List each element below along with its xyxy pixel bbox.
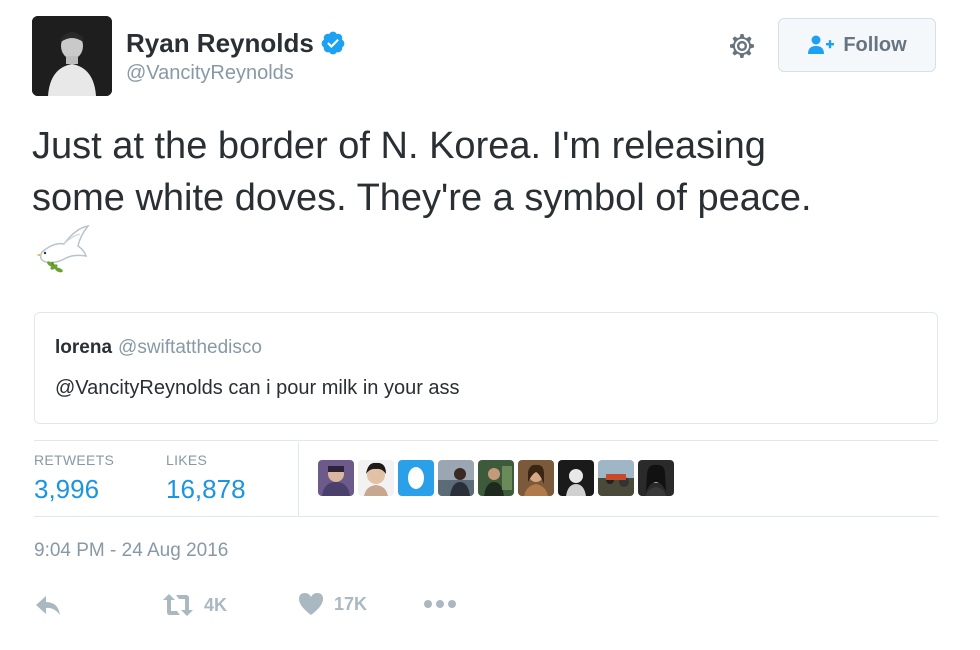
tweet-text-line: some white doves. They're a symbol of pe… (32, 177, 812, 219)
liker-avatar[interactable] (638, 460, 674, 496)
quoted-author-name: lorena (55, 337, 113, 358)
tweet-text-line: Just at the border of N. Korea. I'm rele… (32, 125, 766, 167)
verified-badge-icon (321, 31, 345, 55)
follow-label: Follow (843, 33, 907, 56)
more-dots-icon (424, 600, 456, 608)
tweet-timestamp[interactable]: 9:04 PM - 24 Aug 2016 (34, 540, 228, 562)
avatar-image (32, 16, 112, 96)
liker-avatar[interactable] (478, 460, 514, 496)
more-options-button[interactable] (422, 596, 458, 612)
stats-top-divider (34, 440, 938, 441)
liker-avatar[interactable] (318, 460, 354, 496)
author-name[interactable]: Ryan Reynolds (126, 28, 314, 58)
stats-divider (298, 442, 299, 516)
liker-avatar[interactable] (558, 460, 594, 496)
retweet-count: 4K (204, 594, 228, 615)
retweets-count: 3,996 (34, 474, 100, 504)
likes-stat[interactable]: LIKES 16,878 (166, 442, 246, 505)
retweets-stat[interactable]: RETWEETS 3,996 (34, 442, 114, 505)
tweet-stats: RETWEETS 3,996 LIKES 16,878 (34, 442, 938, 516)
tweet-text: Just at the border of N. Korea. I'm rele… (32, 120, 942, 224)
quoted-tweet[interactable]: lorena @swiftatthedisco @VancityReynolds … (34, 312, 938, 424)
quoted-tweet-text: @VancityReynolds can i pour milk in your… (55, 377, 460, 399)
follow-user-icon (808, 35, 835, 54)
liker-avatar[interactable] (598, 460, 634, 496)
gear-icon[interactable] (726, 30, 758, 62)
quoted-author-handle: @swiftatthedisco (118, 337, 262, 358)
follow-button[interactable]: Follow (778, 18, 936, 72)
liker-avatar[interactable] (358, 460, 394, 496)
reply-icon (36, 596, 60, 615)
like-button[interactable]: 17K (298, 592, 367, 616)
liker-avatar[interactable] (438, 460, 474, 496)
author-handle[interactable]: @VancityReynolds (126, 62, 294, 85)
retweets-label: RETWEETS (34, 452, 115, 468)
retweet-icon (163, 594, 193, 616)
author-name-row[interactable]: Ryan Reynolds (126, 28, 346, 58)
heart-icon (299, 593, 323, 615)
stats-bottom-divider (34, 516, 938, 517)
retweet-button[interactable]: 4K (162, 592, 227, 618)
author-avatar[interactable] (32, 16, 112, 96)
like-count: 17K (334, 593, 368, 614)
likes-count: 16,878 (166, 474, 246, 504)
reply-button[interactable] (34, 594, 62, 618)
quoted-tweet-header: lorena @swiftatthedisco (55, 337, 262, 359)
dove-icon (36, 224, 90, 273)
likers-avatars (318, 460, 674, 496)
likes-label: LIKES (166, 452, 208, 468)
liker-avatar[interactable] (518, 460, 554, 496)
liker-avatar[interactable] (398, 460, 434, 496)
